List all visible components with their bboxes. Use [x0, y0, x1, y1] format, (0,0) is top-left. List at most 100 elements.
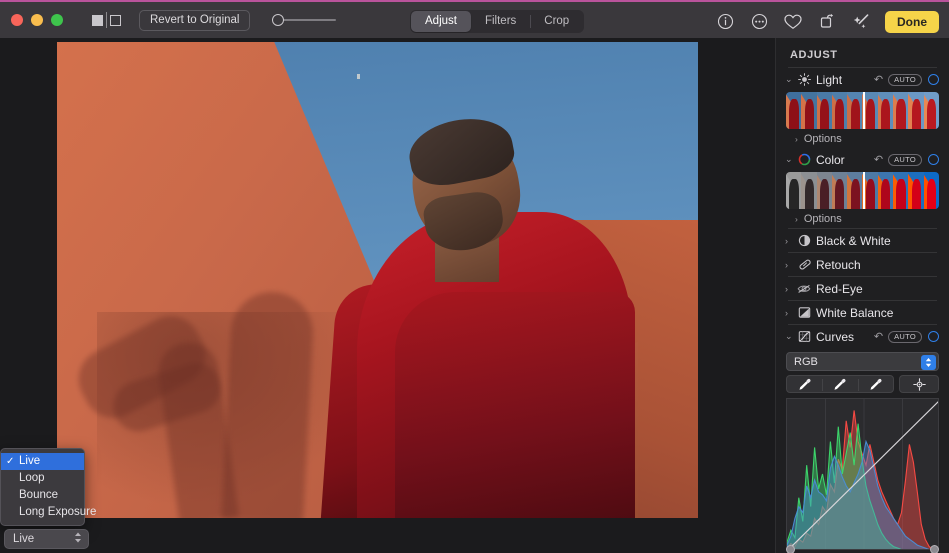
variation-cell[interactable]: [893, 92, 909, 129]
curves-target-button[interactable]: [899, 375, 939, 393]
variation-cell[interactable]: [862, 92, 878, 129]
auto-color-button[interactable]: AUTO: [888, 153, 922, 166]
tab-crop[interactable]: Crop: [530, 11, 583, 32]
info-icon[interactable]: [715, 12, 735, 32]
light-options-label: Options: [803, 132, 842, 145]
chevron-right-icon[interactable]: ›: [785, 284, 796, 294]
cell-subject: [881, 179, 891, 209]
live-menu-item-live[interactable]: ✓ Live: [1, 453, 84, 470]
variation-cell[interactable]: [816, 172, 832, 209]
minimize-button[interactable]: [31, 14, 43, 26]
tab-filters[interactable]: Filters: [471, 11, 530, 32]
more-options-icon[interactable]: [749, 12, 769, 32]
curves-channel-select[interactable]: RGB: [786, 352, 939, 371]
live-menu-item-long-exposure[interactable]: Long Exposure: [1, 504, 96, 521]
color-variation-strip[interactable]: [786, 172, 939, 209]
close-button[interactable]: [11, 14, 23, 26]
variation-cell[interactable]: [847, 172, 863, 209]
variation-cell[interactable]: [831, 92, 848, 129]
tab-adjust[interactable]: Adjust: [411, 11, 471, 32]
panel-title: ADJUST: [790, 49, 838, 61]
sidebar-section-retouch[interactable]: › Retouch: [776, 253, 949, 276]
curves-eyedropper-group: [786, 375, 939, 393]
light-variation-strip[interactable]: [786, 92, 939, 129]
rotate-icon[interactable]: [817, 12, 837, 32]
contrast-circle-icon: [796, 234, 813, 248]
color-options-row[interactable]: › Options: [776, 209, 949, 228]
live-photo-mode-menu: ✓ Live Loop Bounce Long Exposure: [0, 448, 96, 526]
gray-point-eyedropper[interactable]: [822, 376, 857, 392]
cell-subject: [927, 99, 937, 129]
variation-cell[interactable]: [908, 92, 924, 129]
variation-cell[interactable]: [862, 172, 878, 209]
variation-cell[interactable]: [801, 172, 817, 209]
variation-cell[interactable]: [893, 172, 909, 209]
variation-cell[interactable]: [801, 92, 817, 129]
sidebar-section-white-balance[interactable]: › White Balance: [776, 301, 949, 324]
chevron-right-icon[interactable]: ›: [785, 236, 796, 246]
live-photo-mode-select[interactable]: Live: [4, 529, 89, 549]
photo-speck: [357, 74, 360, 79]
live-menu-item-bounce[interactable]: Bounce: [1, 487, 84, 504]
black-point-handle[interactable]: [786, 545, 795, 553]
auto-curves-button[interactable]: AUTO: [888, 330, 922, 343]
auto-enhance-wand-icon[interactable]: [851, 12, 871, 32]
zoom-button[interactable]: [51, 14, 63, 26]
done-button[interactable]: Done: [885, 10, 939, 33]
light-options-row[interactable]: › Options: [776, 129, 949, 148]
variation-marker[interactable]: [862, 92, 865, 129]
compare-original-toggle[interactable]: [92, 12, 121, 29]
variation-cell[interactable]: [786, 172, 802, 209]
variation-cell[interactable]: [786, 92, 802, 129]
sidebar-section-label: Retouch: [816, 257, 861, 272]
reset-light-icon[interactable]: ↶: [874, 73, 883, 86]
cell-subject: [881, 99, 891, 129]
cell-subject: [850, 99, 860, 129]
reset-curves-icon[interactable]: ↶: [874, 330, 883, 343]
variation-cell[interactable]: [923, 172, 939, 209]
sidebar-section-curves[interactable]: ⌄ Curves ↶ AUTO: [776, 325, 949, 348]
curves-enabled-toggle[interactable]: [928, 331, 939, 342]
chevron-down-icon[interactable]: ⌄: [785, 154, 796, 165]
variation-marker[interactable]: [862, 172, 865, 209]
chevron-down-icon[interactable]: ⌄: [785, 74, 796, 85]
chevron-down-icon[interactable]: ⌄: [785, 331, 796, 342]
auto-light-button[interactable]: AUTO: [888, 73, 922, 86]
live-menu-item-loop[interactable]: Loop: [1, 470, 84, 487]
chevron-right-icon[interactable]: ›: [785, 308, 796, 318]
cell-subject: [789, 179, 799, 209]
compare-outline-square-icon: [110, 14, 121, 26]
curves-histogram-svg: [787, 399, 938, 549]
edited-photo[interactable]: [57, 42, 698, 518]
sidebar-section-light[interactable]: ⌄ Light ↶ AUTO: [776, 68, 949, 91]
sidebar-section-black-and-white[interactable]: › Black & White: [776, 229, 949, 252]
cell-subject: [835, 99, 845, 129]
color-enabled-toggle[interactable]: [928, 154, 939, 165]
black-point-eyedropper[interactable]: [787, 376, 822, 392]
variation-cell[interactable]: [831, 172, 848, 209]
white-point-eyedropper[interactable]: [857, 376, 893, 392]
reset-color-icon[interactable]: ↶: [874, 153, 883, 166]
zoom-slider-knob[interactable]: [272, 14, 285, 26]
zoom-slider[interactable]: [272, 13, 337, 27]
variation-cell[interactable]: [877, 172, 894, 209]
variation-cell[interactable]: [847, 92, 863, 129]
color-wheel-icon: [796, 153, 813, 167]
live-menu-item-label: Bounce: [19, 489, 59, 501]
revert-to-original-button[interactable]: Revert to Original: [139, 9, 251, 31]
chevron-updown-icon[interactable]: [921, 354, 936, 370]
variation-cell[interactable]: [816, 92, 832, 129]
white-point-handle[interactable]: [930, 545, 939, 553]
variation-cell[interactable]: [908, 172, 924, 209]
sidebar-section-color[interactable]: ⌄ Color ↶ AUTO: [776, 148, 949, 171]
sidebar-section-label: Curves: [816, 329, 855, 344]
variation-cell[interactable]: [877, 92, 894, 129]
sidebar-section-red-eye[interactable]: › Red-Eye: [776, 277, 949, 300]
light-enabled-toggle[interactable]: [928, 74, 939, 85]
curves-histogram-chart[interactable]: [786, 398, 939, 550]
live-menu-item-label: Long Exposure: [19, 506, 97, 518]
live-menu-item-label: Loop: [19, 472, 45, 484]
favorite-heart-icon[interactable]: [783, 12, 803, 32]
variation-cell[interactable]: [923, 92, 939, 129]
chevron-right-icon[interactable]: ›: [785, 260, 796, 270]
